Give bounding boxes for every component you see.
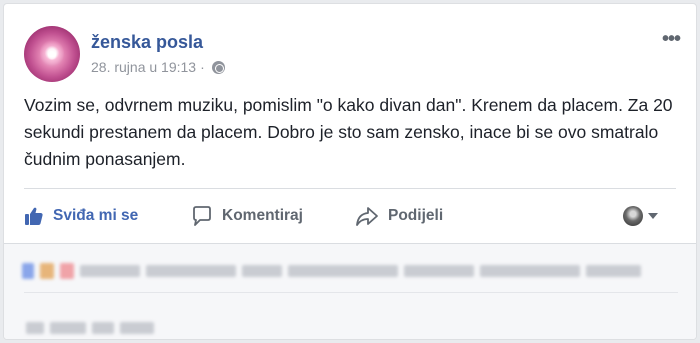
comment-icon	[193, 206, 211, 226]
chevron-down-icon	[648, 213, 658, 219]
post-timestamp[interactable]: 28. rujna u 19:13	[91, 59, 196, 75]
page-name[interactable]: ženska posla	[91, 32, 203, 53]
thumbs-up-icon	[25, 207, 43, 225]
divider	[24, 188, 676, 189]
like-button[interactable]: Sviđa mi se	[24, 198, 138, 234]
share-label: Podijeli	[388, 207, 444, 224]
post-actions: Sviđa mi se Komentiraj Podijeli	[24, 198, 678, 234]
post-meta: 28. rujna u 19:13 ·	[91, 59, 225, 75]
profile-avatar	[623, 206, 643, 226]
globe-icon[interactable]	[211, 60, 225, 74]
meta-separator: ·	[200, 59, 205, 75]
share-icon	[356, 207, 378, 226]
post-header: ženska posla 28. rujna u 19:13 · •••	[24, 26, 684, 82]
comment-label: Komentiraj	[222, 207, 303, 224]
reaction-selector[interactable]	[623, 206, 658, 226]
like-label: Sviđa mi se	[53, 207, 139, 224]
blurred-reactions-row	[22, 263, 641, 279]
page-avatar[interactable]	[24, 26, 80, 82]
more-options-icon[interactable]: •••	[662, 28, 681, 51]
blurred-comment-row	[26, 320, 154, 336]
divider	[24, 292, 678, 293]
share-button[interactable]: Podijeli	[355, 198, 443, 234]
post-card: ženska posla 28. rujna u 19:13 · ••• Voz…	[3, 3, 697, 340]
post-text: Vozim se, odvrnem muziku, pomislim "o ka…	[24, 95, 673, 169]
comment-button[interactable]: Komentiraj	[191, 198, 303, 234]
comments-area	[4, 243, 696, 339]
